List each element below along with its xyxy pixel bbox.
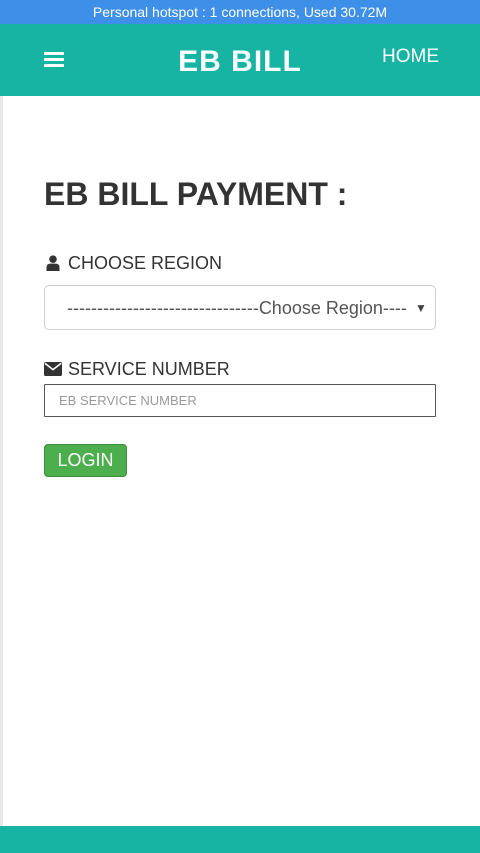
dropdown-arrow-icon: ▼: [415, 301, 427, 315]
home-link[interactable]: HOME: [382, 44, 439, 70]
footer-bar: [0, 826, 480, 853]
user-icon: [44, 255, 62, 271]
service-number-label: SERVICE NUMBER: [44, 357, 230, 381]
system-status-bar: Personal hotspot : 1 connections, Used 3…: [0, 0, 480, 24]
page-left-edge: [0, 96, 3, 826]
brand-title: EB BILL: [178, 45, 302, 78]
page-title: EB BILL PAYMENT :: [44, 176, 348, 212]
top-navigation-bar: EB BILL HOME: [0, 24, 480, 96]
service-number-input[interactable]: [44, 384, 436, 417]
envelope-icon: [44, 361, 62, 377]
service-number-label-text: SERVICE NUMBER: [68, 359, 230, 379]
region-label: CHOOSE REGION: [44, 251, 222, 275]
region-select-value: --------------------------------Choose R…: [67, 298, 407, 318]
login-button[interactable]: LOGIN: [44, 444, 127, 477]
region-label-text: CHOOSE REGION: [68, 253, 223, 273]
hamburger-menu-icon[interactable]: [44, 50, 64, 68]
region-select[interactable]: --------------------------------Choose R…: [44, 285, 436, 330]
status-bar-text: Personal hotspot : 1 connections, Used 3…: [92, 4, 388, 20]
